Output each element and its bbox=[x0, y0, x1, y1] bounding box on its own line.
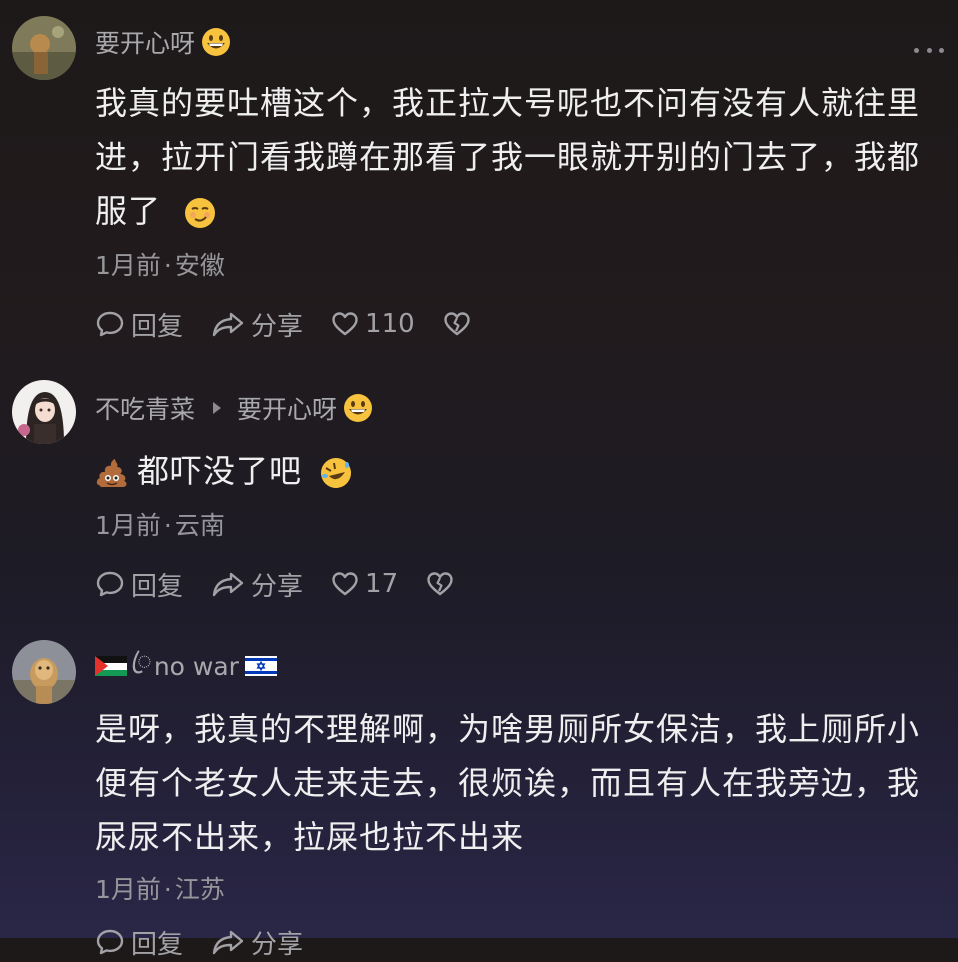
heart-icon bbox=[332, 572, 358, 596]
share-button[interactable]: 分享 bbox=[211, 306, 303, 343]
comment-bubble-icon bbox=[96, 311, 124, 337]
username[interactable]: 不吃青菜 bbox=[95, 390, 195, 426]
reply-to-arrow-icon bbox=[213, 402, 222, 414]
comment-2: 不吃青菜 要开心呀 都吓没了吧 1月前 · 云南 回复 分享 17 bbox=[0, 360, 958, 630]
reply-to-username[interactable]: 要开心呀 bbox=[237, 390, 337, 426]
dislike-button[interactable] bbox=[443, 310, 471, 338]
share-arrow-icon bbox=[212, 312, 244, 337]
share-arrow-icon bbox=[212, 572, 244, 597]
comment-location: 云南 bbox=[174, 511, 225, 540]
reply-button[interactable]: 回复 bbox=[95, 566, 183, 603]
comment-location: 安徽 bbox=[174, 251, 225, 280]
username-symbol: ꦿ bbox=[131, 645, 152, 675]
comment-bubble-icon bbox=[96, 929, 124, 955]
broken-heart-icon bbox=[443, 312, 470, 336]
reply-button[interactable]: 回复 bbox=[95, 924, 183, 961]
avatar[interactable] bbox=[12, 640, 76, 704]
comment-1: 要开心呀 我真的要吐槽这个，我正拉大号呢也不问有没有人就往里 进，拉开门看我蹲在… bbox=[0, 0, 958, 360]
reply-button[interactable]: 回复 bbox=[95, 306, 183, 343]
comment-text: 都吓没了吧 bbox=[95, 444, 945, 498]
comment-time: 1月前 bbox=[95, 251, 161, 280]
pile-of-poo-emoji bbox=[95, 457, 129, 489]
comment-actions: 回复 分享 17 bbox=[95, 564, 482, 604]
username[interactable]: 要开心呀 bbox=[95, 24, 195, 60]
israel-flag bbox=[244, 656, 277, 676]
comment-3: ꦿ no war 是呀，我真的不理解啊，为啥男厕所女保洁，我上厕所小 便有个老女… bbox=[0, 630, 958, 960]
grinning-face-emoji bbox=[201, 27, 231, 57]
comment-header: 要开心呀 bbox=[95, 22, 231, 62]
comment-actions: 回复 分享 110 bbox=[95, 304, 499, 344]
avatar[interactable] bbox=[12, 16, 76, 80]
rolling-on-floor-laughing-emoji bbox=[319, 456, 353, 490]
like-button[interactable]: 110 bbox=[331, 309, 415, 339]
comment-text: 是呀，我真的不理解啊，为啥男厕所女保洁，我上厕所小 便有个老女人走来走去，很烦诶… bbox=[95, 710, 921, 856]
comment-text: 我真的要吐槽这个，我正拉大号呢也不问有没有人就往里 进，拉开门看我蹲在那看了我一… bbox=[95, 84, 921, 230]
like-button[interactable]: 17 bbox=[331, 569, 398, 599]
comment-bubble-icon bbox=[96, 571, 124, 597]
comment-time: 1月前 bbox=[95, 511, 161, 540]
dislike-button[interactable] bbox=[426, 570, 454, 598]
comment-actions: 回复 分享 bbox=[95, 922, 331, 962]
avatar[interactable] bbox=[12, 380, 76, 444]
share-arrow-icon bbox=[212, 930, 244, 955]
more-dots-icon[interactable] bbox=[914, 48, 944, 56]
like-count: 17 bbox=[365, 569, 399, 599]
comment-time: 1月前 bbox=[95, 875, 161, 904]
smirking-face-emoji bbox=[184, 197, 216, 229]
broken-heart-icon bbox=[427, 572, 453, 596]
share-button[interactable]: 分享 bbox=[211, 566, 303, 603]
palestine-flag bbox=[95, 656, 127, 676]
grinning-face-emoji bbox=[343, 393, 373, 423]
heart-icon bbox=[332, 312, 358, 336]
comment-meta: 1月前 · 安徽 bbox=[95, 251, 225, 280]
comment-location: 江苏 bbox=[174, 875, 225, 904]
like-count: 110 bbox=[365, 309, 415, 339]
comment-meta: 1月前 · 云南 bbox=[95, 511, 225, 540]
comment-header: ꦿ no war bbox=[95, 646, 281, 686]
comment-meta: 1月前 · 江苏 bbox=[95, 875, 225, 904]
username[interactable]: no war bbox=[154, 652, 239, 681]
comment-header: 不吃青菜 要开心呀 bbox=[95, 388, 373, 428]
share-button[interactable]: 分享 bbox=[211, 924, 303, 961]
